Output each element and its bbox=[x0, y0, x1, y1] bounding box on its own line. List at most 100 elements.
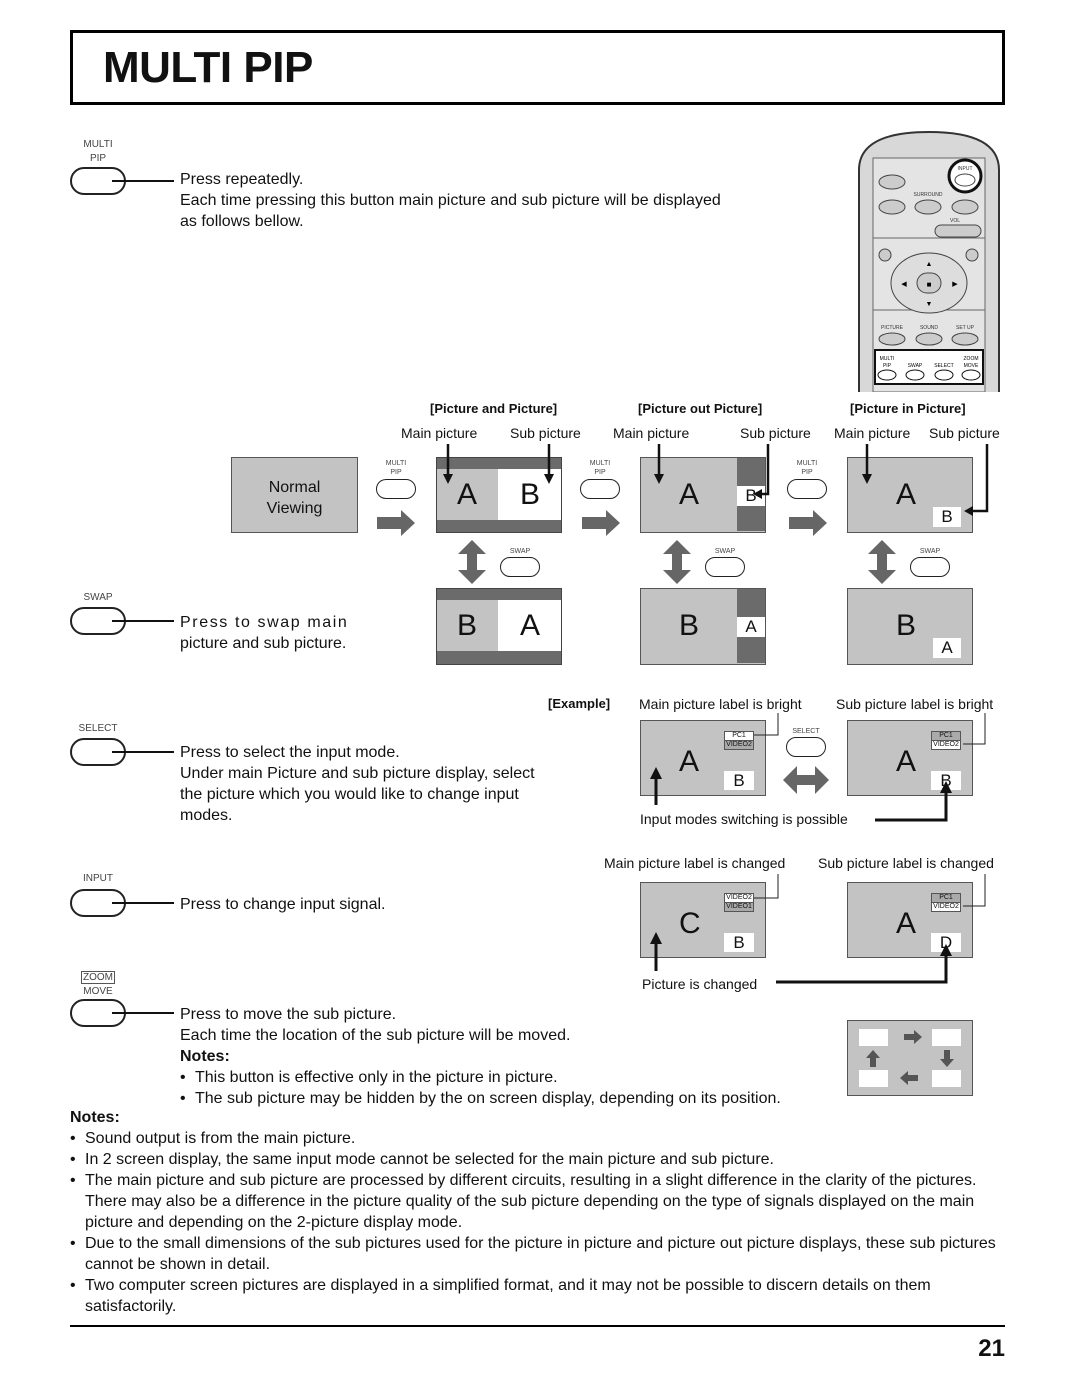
main-picture-caption: Main picture bbox=[401, 425, 478, 441]
svg-text:SET UP: SET UP bbox=[956, 325, 975, 331]
select-label: SELECT bbox=[78, 723, 118, 734]
text-line: Viewing bbox=[266, 500, 323, 517]
move-label: MOVE bbox=[83, 986, 113, 997]
text-line: Press to move the sub picture. bbox=[180, 1006, 397, 1023]
zoom-note-item: The sub picture may be hidden by the on … bbox=[180, 1088, 781, 1109]
t: MULTI bbox=[385, 460, 407, 467]
svg-text:SWAP: SWAP bbox=[908, 363, 923, 369]
swap-mini-label: SWAP bbox=[919, 548, 941, 555]
text-line: as follows bellow. bbox=[180, 213, 304, 230]
text-line: the picture which you would like to chan… bbox=[180, 786, 519, 803]
page-number: 21 bbox=[978, 1335, 1005, 1362]
input-label: INPUT bbox=[83, 873, 113, 884]
svg-text:ZOOM: ZOOM bbox=[964, 356, 979, 362]
leader-line bbox=[112, 902, 174, 904]
right-arrow-icon bbox=[582, 510, 620, 536]
switching-caption: Input modes switching is possible bbox=[640, 811, 848, 827]
svg-text:MOVE: MOVE bbox=[964, 363, 979, 369]
right-arrow-icon bbox=[377, 510, 415, 536]
zoom-move-description: Press to move the sub picture. Each time… bbox=[180, 1004, 781, 1109]
move-cycle-arrows-icon bbox=[866, 1030, 954, 1085]
pap-swapped-screen: B A bbox=[436, 588, 562, 665]
zoom-label-boxed: ZOOM bbox=[81, 971, 115, 984]
label-line: MULTI bbox=[83, 139, 113, 150]
note-item: Sound output is from the main picture. bbox=[70, 1128, 1010, 1149]
changed-pointer-lines bbox=[650, 874, 986, 984]
leader-line bbox=[112, 180, 174, 182]
t: PIP bbox=[594, 469, 606, 476]
swap-mini-label: SWAP bbox=[509, 548, 531, 555]
mode-header-pip: [Picture in Picture] bbox=[850, 401, 966, 416]
note-item: Due to the small dimensions of the sub p… bbox=[70, 1233, 1010, 1275]
leader-line bbox=[112, 620, 174, 622]
page-title: MULTI PIP bbox=[103, 43, 313, 92]
pip-swapped-screen: B A bbox=[847, 588, 973, 665]
t: PIP bbox=[390, 469, 402, 476]
letter-b: B bbox=[679, 609, 700, 642]
pointer-arrows bbox=[654, 444, 770, 499]
up-down-arrow-icon bbox=[663, 540, 691, 584]
up-down-arrow-icon bbox=[868, 540, 896, 584]
notes-list: Sound output is from the main picture. I… bbox=[70, 1128, 1010, 1317]
sub-picture-a: A bbox=[933, 638, 961, 658]
zoom-notes-title: Notes: bbox=[180, 1048, 230, 1065]
multi-pip-description: Press repeatedly. Each time pressing thi… bbox=[180, 169, 721, 232]
notes-section: Notes: Sound output is from the main pic… bbox=[70, 1107, 1010, 1317]
pop-swapped-screen: A B bbox=[640, 588, 766, 665]
svg-text:▲: ▲ bbox=[926, 261, 933, 268]
right-arrow-icon bbox=[789, 510, 827, 536]
svg-text:SURROUND: SURROUND bbox=[914, 192, 943, 198]
text-line: Each time the location of the sub pictur… bbox=[180, 1027, 571, 1044]
text-line: Normal bbox=[268, 479, 321, 496]
text-line: picture and sub picture. bbox=[180, 635, 347, 652]
note-item: Two computer screen pictures are display… bbox=[70, 1275, 1010, 1317]
svg-text:SOUND: SOUND bbox=[920, 325, 938, 331]
multi-pip-mini-button bbox=[376, 479, 416, 499]
svg-text:PIP: PIP bbox=[883, 363, 892, 369]
text-line: modes. bbox=[180, 807, 233, 824]
text-line: Under main Picture and sub picture displ… bbox=[180, 765, 535, 782]
svg-text:INPUT: INPUT bbox=[958, 166, 973, 172]
multi-pip-label: MULTI PIP bbox=[68, 138, 128, 166]
title-box: MULTI PIP bbox=[70, 30, 1005, 105]
letter-b: B bbox=[457, 609, 478, 642]
leader-line bbox=[112, 1012, 174, 1014]
svg-text:VOL: VOL bbox=[950, 218, 960, 224]
note-item: The main picture and sub picture are pro… bbox=[70, 1170, 1010, 1233]
swap-mini-label: SWAP bbox=[714, 548, 736, 555]
zoom-notes-list: This button is effective only in the pic… bbox=[180, 1067, 781, 1109]
up-down-arrow-icon bbox=[458, 540, 486, 584]
sub-picture-caption: Sub picture bbox=[510, 425, 581, 441]
sub-picture-a: A bbox=[737, 617, 765, 637]
t: MULTI bbox=[589, 460, 611, 467]
multi-pip-mini-button bbox=[580, 479, 620, 499]
normal-viewing-screen: Normal Viewing bbox=[231, 457, 358, 533]
text-line: Press to select the input mode. bbox=[180, 744, 400, 761]
select-description: Press to select the input mode. Under ma… bbox=[180, 742, 535, 826]
t: PIP bbox=[801, 469, 813, 476]
main-picture-caption: Main picture bbox=[613, 425, 690, 441]
swap-mini-button bbox=[705, 557, 745, 577]
text-line: Press to swap main bbox=[180, 614, 349, 631]
t: MULTI bbox=[796, 460, 818, 467]
mode-header-pop: [Picture out Picture] bbox=[638, 401, 763, 416]
svg-text:SELECT: SELECT bbox=[934, 363, 953, 369]
svg-text:■: ■ bbox=[927, 280, 932, 289]
letter-b: B bbox=[896, 609, 917, 642]
text-line: Press repeatedly. bbox=[180, 171, 304, 188]
sub-picture-positions-diagram bbox=[847, 1020, 973, 1096]
multi-pip-mini-button bbox=[787, 479, 827, 499]
label-line: PIP bbox=[89, 153, 107, 164]
input-description: Press to change input signal. bbox=[180, 896, 386, 913]
main-picture-caption: Main picture bbox=[834, 425, 911, 441]
text-line: Each time pressing this button main pict… bbox=[180, 192, 721, 209]
leader-line bbox=[112, 751, 174, 753]
note-item: In 2 screen display, the same input mode… bbox=[70, 1149, 1010, 1170]
svg-text:PICTURE: PICTURE bbox=[881, 325, 904, 331]
mode-header-pap: [Picture and Picture] bbox=[430, 401, 558, 416]
notes-title: Notes: bbox=[70, 1109, 120, 1126]
svg-text:◀: ◀ bbox=[901, 281, 907, 288]
sub-picture-caption: Sub picture bbox=[929, 425, 1000, 441]
zoom-note-item: This button is effective only in the pic… bbox=[180, 1067, 781, 1088]
swap-mini-button bbox=[910, 557, 950, 577]
